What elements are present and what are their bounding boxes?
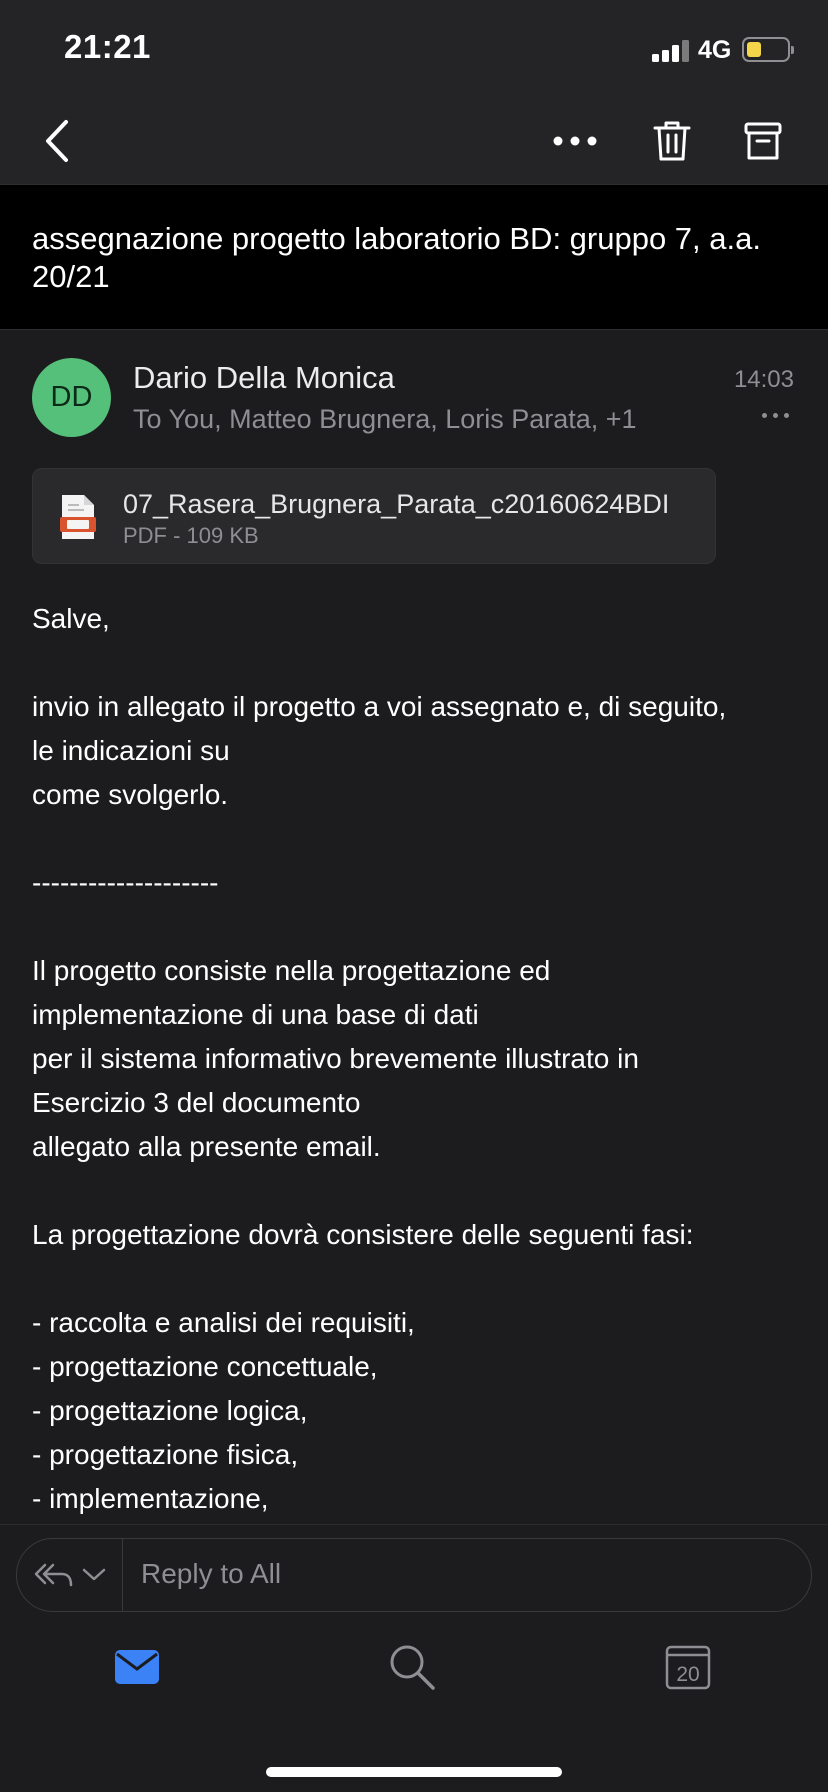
status-bar: 21:21 4G [0,0,828,96]
pdf-file-icon [60,495,96,539]
search-icon [390,1645,435,1690]
message-time: 14:03 [733,366,794,393]
sender-name[interactable]: Dario Della Monica [133,360,395,396]
body-line [32,1257,802,1301]
body-line: Il progetto consiste nella progettazione… [32,955,551,986]
body-line [32,641,802,685]
email-body: Salve, invio in allegato il progetto a vo… [32,597,802,1521]
body-line: per il sistema informativo brevemente il… [32,1043,639,1074]
body-line: allegato alla presente email. [32,1131,381,1162]
attachment-meta: PDF - 109 KB [123,523,259,548]
reply-type-selector[interactable] [17,1539,123,1611]
more-horizontal-icon [553,136,597,146]
tab-calendar[interactable]: 20 [658,1637,718,1697]
body-line: - progettazione logica, [32,1395,308,1426]
cellular-signal-icon [652,38,690,62]
tab-search[interactable] [382,1637,442,1697]
body-line: - raccolta e analisi dei requisiti, [32,1307,415,1338]
body-line: le indicazioni su [32,735,230,766]
sender-row[interactable]: DD Dario Della Monica To You, Matteo Bru… [0,352,828,442]
calendar-icon: 20 [665,1645,711,1690]
body-line [32,905,802,949]
email-subject: assegnazione progetto laboratorio BD: gr… [32,221,761,294]
more-button[interactable] [548,114,602,168]
nav-bar [0,96,828,184]
bottom-area: Reply to All 20 [0,1524,828,1792]
body-line: - implementazione, [32,1483,269,1514]
attachment-name: 07_Rasera_Brugnera_Parata_c20160624BDI [123,489,670,519]
recipients[interactable]: To You, Matteo Brugnera, Loris Parata, +… [133,404,637,435]
tab-mail[interactable] [107,1637,167,1697]
archive-icon [744,122,782,160]
attachment-card[interactable]: 07_Rasera_Brugnera_Parata_c20160624BDI P… [32,468,716,564]
status-time: 21:21 [64,28,151,65]
body-line [32,1169,802,1213]
chevron-down-icon [82,1568,105,1581]
delete-button[interactable] [645,114,699,168]
back-button[interactable] [30,114,84,168]
body-line: -------------------- [32,867,219,898]
body-line: - progettazione fisica, [32,1439,299,1470]
body-line [32,817,802,861]
reply-box: Reply to All [16,1538,812,1612]
network-type: 4G [698,36,732,64]
mail-icon [115,1650,159,1684]
body-line: Salve, [32,603,110,634]
battery-icon [742,37,794,62]
body-line: invio in allegato il progetto a voi asse… [32,691,727,722]
body-line: La progettazione dovrà consistere delle … [32,1219,694,1250]
calendar-date: 20 [676,1663,699,1686]
archive-button[interactable] [736,114,790,168]
chevron-left-icon [46,120,68,162]
body-line: Esercizio 3 del documento [32,1087,361,1118]
body-line: implementazione di una base di dati [32,999,479,1030]
message-more-button[interactable] [760,408,792,424]
trash-icon [653,121,691,161]
body-line: - progettazione concettuale, [32,1351,378,1382]
avatar[interactable]: DD [32,358,111,437]
home-indicator [266,1767,562,1777]
reply-input[interactable]: Reply to All [141,1558,281,1590]
subject-bar: assegnazione progetto laboratorio BD: gr… [0,184,828,330]
reply-all-icon [34,1563,72,1587]
body-line: come svolgerlo. [32,779,229,810]
